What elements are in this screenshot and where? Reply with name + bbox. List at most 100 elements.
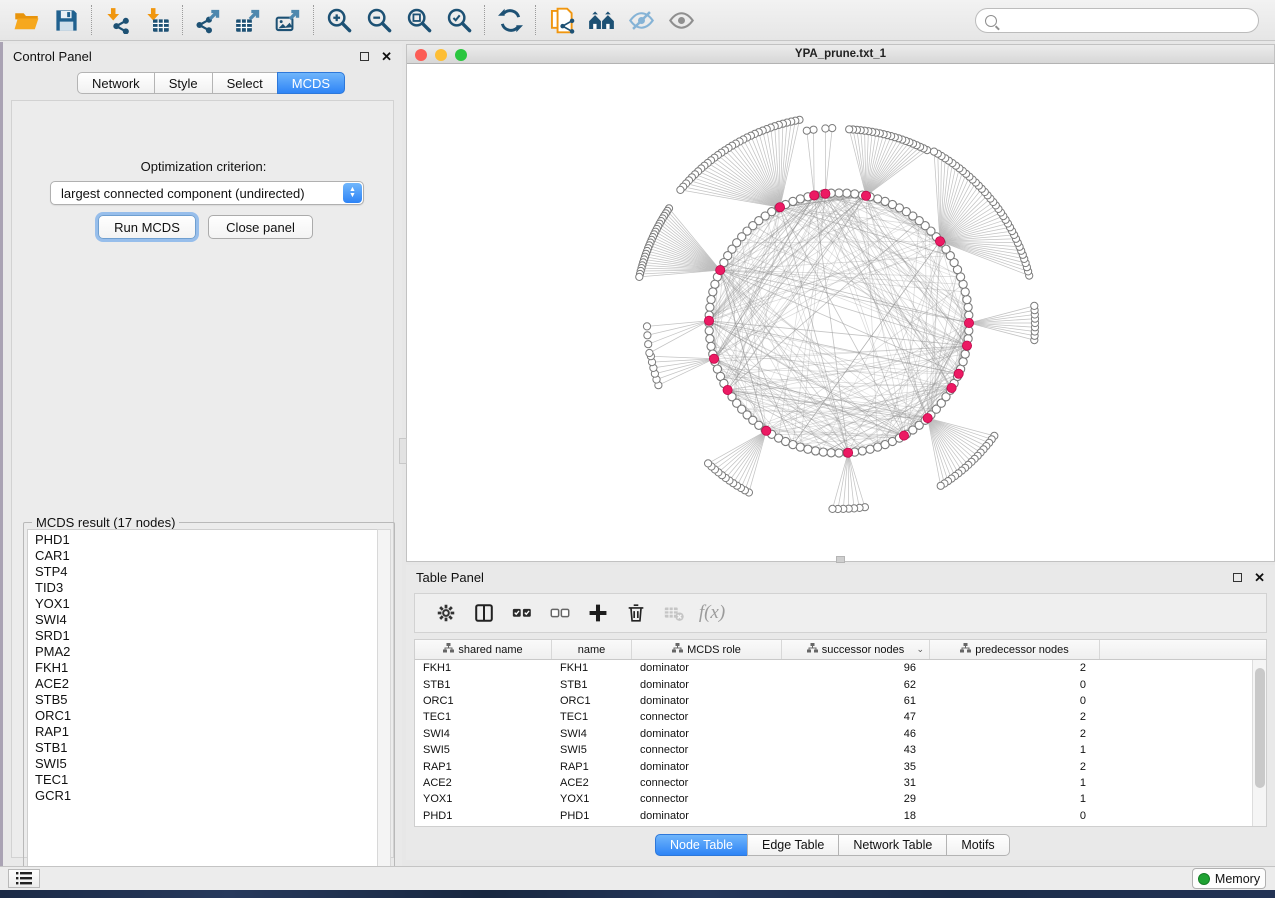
table-row[interactable]: STB1STB1dominator620 [415, 676, 1266, 692]
table-cell[interactable]: RAP1 [415, 758, 552, 774]
network-node[interactable] [707, 342, 715, 350]
table-scrollbar-thumb[interactable] [1255, 668, 1265, 788]
network-node[interactable] [709, 288, 717, 296]
network-window-titlebar[interactable]: YPA_prune.txt_1 [407, 45, 1274, 64]
maximize-window-traffic-light[interactable] [455, 49, 467, 61]
mcds-result-item[interactable]: STP4 [35, 564, 378, 580]
tab-mcds[interactable]: MCDS [277, 72, 345, 94]
dominator-node[interactable] [844, 448, 853, 457]
memory-button[interactable]: Memory [1192, 868, 1266, 889]
mcds-result-item[interactable]: RAP1 [35, 724, 378, 740]
leaf-node[interactable] [705, 460, 712, 467]
table-row[interactable]: ORC1ORC1dominator610 [415, 693, 1266, 709]
leaf-node[interactable] [644, 332, 651, 339]
network-node[interactable] [705, 327, 713, 335]
network-node[interactable] [796, 443, 804, 451]
export-image-button[interactable] [268, 3, 308, 37]
table-cell[interactable]: 46 [782, 726, 930, 742]
network-node[interactable] [804, 445, 812, 453]
table-cell[interactable]: 31 [782, 775, 930, 791]
table-cell[interactable]: dominator [632, 676, 782, 692]
table-row[interactable]: SWI5SWI5connector431 [415, 742, 1266, 758]
mcds-result-item[interactable]: STB1 [35, 740, 378, 756]
dominator-node[interactable] [923, 414, 932, 423]
network-node[interactable] [835, 189, 843, 197]
network-node[interactable] [851, 190, 859, 198]
network-node[interactable] [866, 445, 874, 453]
delete-row-button[interactable] [617, 597, 655, 629]
table-cell[interactable]: connector [632, 791, 782, 807]
dominator-node[interactable] [810, 191, 819, 200]
network-node[interactable] [835, 449, 843, 457]
zoom-selected-button[interactable] [439, 3, 479, 37]
table-cell[interactable]: 47 [782, 709, 930, 725]
tab-network[interactable]: Network [77, 72, 155, 94]
add-row-button[interactable] [579, 597, 617, 629]
table-cell[interactable]: dominator [632, 808, 782, 824]
dominator-node[interactable] [899, 431, 908, 440]
float-window-icon[interactable] [360, 52, 369, 61]
table-cell[interactable]: 0 [930, 808, 1100, 824]
mcds-result-item[interactable]: GCR1 [35, 788, 378, 804]
column-header-predecessor-nodes[interactable]: predecessor nodes [930, 640, 1100, 659]
network-node[interactable] [959, 358, 967, 366]
settings-gear-button[interactable] [427, 597, 465, 629]
table-cell[interactable]: YOX1 [552, 791, 632, 807]
leaf-node[interactable] [930, 148, 937, 155]
mcds-result-item[interactable]: CAR1 [35, 548, 378, 564]
table-cell[interactable]: FKH1 [415, 660, 552, 676]
save-session-button[interactable] [46, 3, 86, 37]
duplicate-network-button[interactable] [541, 3, 581, 37]
dominator-node[interactable] [704, 316, 713, 325]
table-row[interactable]: SWI4SWI4dominator462 [415, 726, 1266, 742]
mcds-result-item[interactable]: ACE2 [35, 676, 378, 692]
leaf-node[interactable] [937, 482, 944, 489]
tab-select[interactable]: Select [212, 72, 278, 94]
column-header-MCDS-role[interactable]: MCDS role [632, 640, 782, 659]
table-cell[interactable]: 1 [930, 791, 1100, 807]
optimization-criterion-select[interactable]: largest connected component (undirected)… [50, 181, 364, 205]
tab-edge-table[interactable]: Edge Table [747, 834, 839, 856]
table-cell[interactable]: dominator [632, 758, 782, 774]
dominator-node[interactable] [775, 203, 784, 212]
leaf-node[interactable] [829, 505, 836, 512]
dominator-node[interactable] [861, 191, 870, 200]
table-cell[interactable]: SWI4 [415, 726, 552, 742]
leaf-node[interactable] [677, 186, 684, 193]
hide-selected-button[interactable] [621, 3, 661, 37]
table-cell[interactable]: 96 [782, 660, 930, 676]
column-header-name[interactable]: name [552, 640, 632, 659]
dominator-node[interactable] [709, 354, 718, 363]
close-window-traffic-light[interactable] [415, 49, 427, 61]
zoom-in-button[interactable] [319, 3, 359, 37]
leaf-node[interactable] [643, 323, 650, 330]
leaf-node[interactable] [846, 126, 853, 133]
select-all-button[interactable] [503, 597, 541, 629]
table-scrollbar[interactable] [1252, 660, 1266, 827]
column-header-shared-name[interactable]: shared name [415, 640, 552, 659]
mcds-result-item[interactable]: ORC1 [35, 708, 378, 724]
table-row[interactable]: FKH1FKH1dominator962 [415, 660, 1266, 676]
tab-style[interactable]: Style [154, 72, 213, 94]
table-row[interactable]: YOX1YOX1connector291 [415, 791, 1266, 807]
refresh-button[interactable] [490, 3, 530, 37]
leaf-node[interactable] [822, 125, 829, 132]
network-node[interactable] [843, 189, 851, 197]
export-network-button[interactable] [188, 3, 228, 37]
table-cell[interactable]: 2 [930, 758, 1100, 774]
mcds-result-item[interactable]: SWI4 [35, 612, 378, 628]
table-cell[interactable]: 1 [930, 742, 1100, 758]
table-cell[interactable]: SWI5 [552, 742, 632, 758]
network-node[interactable] [964, 303, 972, 311]
table-cell[interactable]: STB1 [415, 676, 552, 692]
first-neighbors-button[interactable] [581, 3, 621, 37]
minimize-window-traffic-light[interactable] [435, 49, 447, 61]
table-cell[interactable]: 29 [782, 791, 930, 807]
mcds-result-item[interactable]: SWI5 [35, 756, 378, 772]
mcds-result-item[interactable]: STB5 [35, 692, 378, 708]
mcds-result-item[interactable]: TID3 [35, 580, 378, 596]
zoom-out-button[interactable] [359, 3, 399, 37]
dominator-node[interactable] [954, 369, 963, 378]
table-cell[interactable]: 2 [930, 726, 1100, 742]
leaf-node[interactable] [636, 273, 643, 280]
